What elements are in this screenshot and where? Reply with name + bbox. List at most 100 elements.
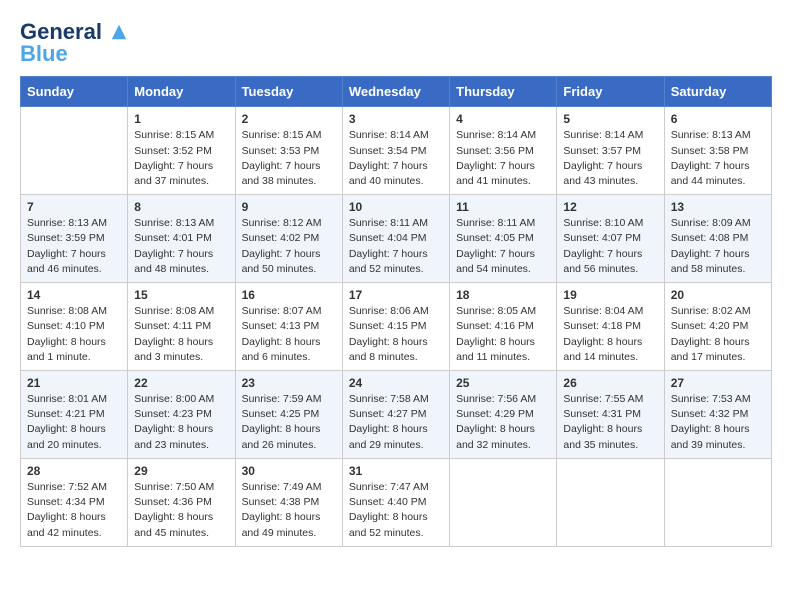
calendar-header-friday: Friday — [557, 77, 664, 107]
calendar-cell: 11 Sunrise: 8:11 AMSunset: 4:05 PMDayligh… — [450, 195, 557, 283]
day-number: 10 — [349, 200, 443, 214]
calendar-cell: 15 Sunrise: 8:08 AMSunset: 4:11 PMDayligh… — [128, 283, 235, 371]
calendar-cell: 23 Sunrise: 7:59 AMSunset: 4:25 PMDayligh… — [235, 371, 342, 459]
calendar-cell: 17 Sunrise: 8:06 AMSunset: 4:15 PMDayligh… — [342, 283, 449, 371]
calendar-cell: 9 Sunrise: 8:12 AMSunset: 4:02 PMDaylight… — [235, 195, 342, 283]
calendar-cell: 5 Sunrise: 8:14 AMSunset: 3:57 PMDaylight… — [557, 107, 664, 195]
day-info: Sunrise: 8:01 AMSunset: 4:21 PMDaylight:… — [27, 392, 121, 453]
day-number: 9 — [242, 200, 336, 214]
day-info: Sunrise: 7:59 AMSunset: 4:25 PMDaylight:… — [242, 392, 336, 453]
day-number: 8 — [134, 200, 228, 214]
day-number: 31 — [349, 464, 443, 478]
day-number: 14 — [27, 288, 121, 302]
day-number: 21 — [27, 376, 121, 390]
calendar-cell: 29 Sunrise: 7:50 AMSunset: 4:36 PMDayligh… — [128, 458, 235, 546]
calendar-cell: 26 Sunrise: 7:55 AMSunset: 4:31 PMDayligh… — [557, 371, 664, 459]
calendar-week-row: 28 Sunrise: 7:52 AMSunset: 4:34 PMDayligh… — [21, 458, 772, 546]
calendar-week-row: 1Sunrise: 8:15 AMSunset: 3:52 PMDaylight… — [21, 107, 772, 195]
calendar-cell: 8Sunrise: 8:13 AMSunset: 4:01 PMDaylight… — [128, 195, 235, 283]
day-info: Sunrise: 8:14 AMSunset: 3:56 PMDaylight:… — [456, 128, 550, 189]
day-info: Sunrise: 7:56 AMSunset: 4:29 PMDaylight:… — [456, 392, 550, 453]
day-info: Sunrise: 8:04 AMSunset: 4:18 PMDaylight:… — [563, 304, 657, 365]
day-number: 24 — [349, 376, 443, 390]
day-number: 13 — [671, 200, 765, 214]
day-info: Sunrise: 8:05 AMSunset: 4:16 PMDaylight:… — [456, 304, 550, 365]
day-info: Sunrise: 8:11 AMSunset: 4:05 PMDaylight:… — [456, 216, 550, 277]
calendar-cell: 22 Sunrise: 8:00 AMSunset: 4:23 PMDayligh… — [128, 371, 235, 459]
calendar-header-wednesday: Wednesday — [342, 77, 449, 107]
calendar-cell: 30Sunrise: 7:49 AMSunset: 4:38 PMDayligh… — [235, 458, 342, 546]
day-info: Sunrise: 8:06 AMSunset: 4:15 PMDaylight:… — [349, 304, 443, 365]
day-info: Sunrise: 7:52 AMSunset: 4:34 PMDaylight:… — [27, 480, 121, 541]
day-number: 4 — [456, 112, 550, 126]
calendar-cell: 16 Sunrise: 8:07 AMSunset: 4:13 PMDayligh… — [235, 283, 342, 371]
day-number: 17 — [349, 288, 443, 302]
calendar-week-row: 14 Sunrise: 8:08 AMSunset: 4:10 PMDayligh… — [21, 283, 772, 371]
day-number: 23 — [242, 376, 336, 390]
day-info: Sunrise: 7:55 AMSunset: 4:31 PMDaylight:… — [563, 392, 657, 453]
day-info: Sunrise: 8:00 AMSunset: 4:23 PMDaylight:… — [134, 392, 228, 453]
day-number: 18 — [456, 288, 550, 302]
day-number: 3 — [349, 112, 443, 126]
calendar-table: SundayMondayTuesdayWednesdayThursdayFrid… — [20, 76, 772, 546]
day-number: 12 — [563, 200, 657, 214]
day-info: Sunrise: 8:08 AMSunset: 4:11 PMDaylight:… — [134, 304, 228, 365]
calendar-cell: 18 Sunrise: 8:05 AMSunset: 4:16 PMDayligh… — [450, 283, 557, 371]
day-number: 26 — [563, 376, 657, 390]
calendar-cell: 6 Sunrise: 8:13 AMSunset: 3:58 PMDaylight… — [664, 107, 771, 195]
calendar-cell: 7 Sunrise: 8:13 AMSunset: 3:59 PMDaylight… — [21, 195, 128, 283]
day-info: Sunrise: 8:08 AMSunset: 4:10 PMDaylight:… — [27, 304, 121, 365]
calendar-cell: 2Sunrise: 8:15 AMSunset: 3:53 PMDaylight… — [235, 107, 342, 195]
logo: General Blue — [20, 20, 128, 66]
calendar-week-row: 7 Sunrise: 8:13 AMSunset: 3:59 PMDaylight… — [21, 195, 772, 283]
day-number: 28 — [27, 464, 121, 478]
calendar-cell: 10Sunrise: 8:11 AMSunset: 4:04 PMDayligh… — [342, 195, 449, 283]
calendar-header-sunday: Sunday — [21, 77, 128, 107]
calendar-cell: 27 Sunrise: 7:53 AMSunset: 4:32 PMDayligh… — [664, 371, 771, 459]
day-info: Sunrise: 8:02 AMSunset: 4:20 PMDaylight:… — [671, 304, 765, 365]
calendar-cell — [21, 107, 128, 195]
calendar-header-monday: Monday — [128, 77, 235, 107]
calendar-week-row: 21 Sunrise: 8:01 AMSunset: 4:21 PMDayligh… — [21, 371, 772, 459]
calendar-header-row: SundayMondayTuesdayWednesdayThursdayFrid… — [21, 77, 772, 107]
day-info: Sunrise: 7:58 AMSunset: 4:27 PMDaylight:… — [349, 392, 443, 453]
calendar-cell — [557, 458, 664, 546]
calendar-cell — [664, 458, 771, 546]
day-info: Sunrise: 7:50 AMSunset: 4:36 PMDaylight:… — [134, 480, 228, 541]
calendar-cell: 4 Sunrise: 8:14 AMSunset: 3:56 PMDaylight… — [450, 107, 557, 195]
calendar-cell: 12 Sunrise: 8:10 AMSunset: 4:07 PMDayligh… — [557, 195, 664, 283]
calendar-cell: 13 Sunrise: 8:09 AMSunset: 4:08 PMDayligh… — [664, 195, 771, 283]
calendar-cell: 19 Sunrise: 8:04 AMSunset: 4:18 PMDayligh… — [557, 283, 664, 371]
day-info: Sunrise: 8:13 AMSunset: 3:59 PMDaylight:… — [27, 216, 121, 277]
calendar-cell: 1Sunrise: 8:15 AMSunset: 3:52 PMDaylight… — [128, 107, 235, 195]
day-info: Sunrise: 8:12 AMSunset: 4:02 PMDaylight:… — [242, 216, 336, 277]
calendar-header-thursday: Thursday — [450, 77, 557, 107]
calendar-cell: 25Sunrise: 7:56 AMSunset: 4:29 PMDayligh… — [450, 371, 557, 459]
day-info: Sunrise: 8:15 AMSunset: 3:53 PMDaylight:… — [242, 128, 336, 189]
day-info: Sunrise: 7:53 AMSunset: 4:32 PMDaylight:… — [671, 392, 765, 453]
day-info: Sunrise: 8:10 AMSunset: 4:07 PMDaylight:… — [563, 216, 657, 277]
day-number: 19 — [563, 288, 657, 302]
day-number: 29 — [134, 464, 228, 478]
day-number: 20 — [671, 288, 765, 302]
calendar-cell: 14 Sunrise: 8:08 AMSunset: 4:10 PMDayligh… — [21, 283, 128, 371]
day-info: Sunrise: 8:09 AMSunset: 4:08 PMDaylight:… — [671, 216, 765, 277]
day-number: 1 — [134, 112, 228, 126]
day-info: Sunrise: 8:07 AMSunset: 4:13 PMDaylight:… — [242, 304, 336, 365]
page-header: General Blue — [20, 20, 772, 66]
calendar-cell: 31 Sunrise: 7:47 AMSunset: 4:40 PMDayligh… — [342, 458, 449, 546]
day-number: 11 — [456, 200, 550, 214]
day-number: 5 — [563, 112, 657, 126]
day-info: Sunrise: 8:14 AMSunset: 3:54 PMDaylight:… — [349, 128, 443, 189]
day-number: 22 — [134, 376, 228, 390]
day-info: Sunrise: 8:13 AMSunset: 3:58 PMDaylight:… — [671, 128, 765, 189]
day-number: 6 — [671, 112, 765, 126]
day-number: 16 — [242, 288, 336, 302]
day-number: 15 — [134, 288, 228, 302]
day-number: 7 — [27, 200, 121, 214]
day-number: 27 — [671, 376, 765, 390]
day-info: Sunrise: 7:47 AMSunset: 4:40 PMDaylight:… — [349, 480, 443, 541]
day-info: Sunrise: 8:14 AMSunset: 3:57 PMDaylight:… — [563, 128, 657, 189]
logo-blue: Blue — [20, 42, 68, 66]
day-number: 30 — [242, 464, 336, 478]
